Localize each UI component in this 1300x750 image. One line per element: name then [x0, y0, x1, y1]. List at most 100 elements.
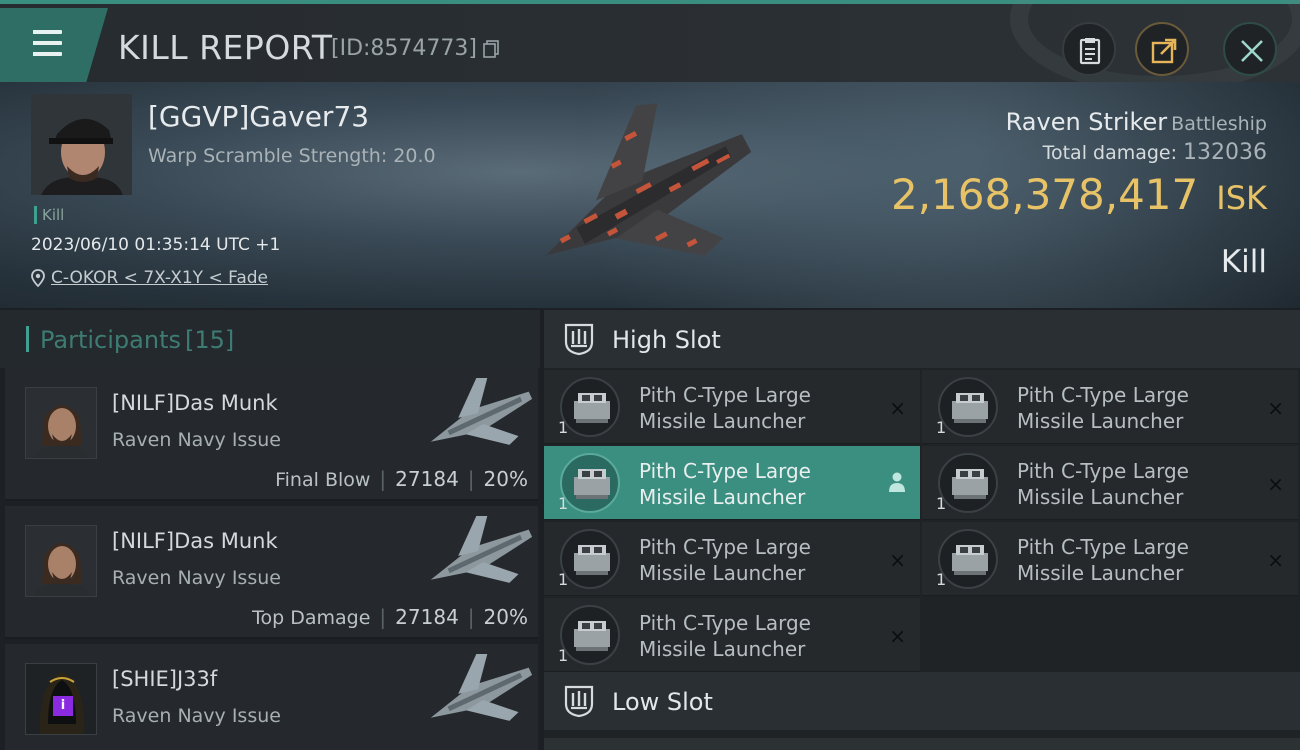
total-damage-value: 132036 [1183, 140, 1267, 165]
participant-percent: 20% [483, 605, 528, 629]
kill-result: Kill [1220, 244, 1267, 280]
close-button[interactable] [1223, 22, 1277, 76]
destroyed-icon: × [1267, 396, 1284, 420]
module-item[interactable]: 1 Pith C-Type Large Missile Launcher × [922, 522, 1298, 596]
module-item-selected[interactable]: 1 Pith C-Type Large Missile Launcher [544, 446, 920, 520]
isk-unit: ISK [1216, 179, 1267, 217]
ship-class: Battleship [1171, 113, 1267, 135]
participant-ship: Raven Navy Issue [112, 705, 281, 727]
victim-ship: Raven Striker Battleship [1006, 108, 1267, 136]
low-slot-header: Low Slot [544, 672, 1300, 730]
participant-name[interactable]: [SHIE]J33f [112, 667, 217, 691]
info-badge[interactable]: i [53, 696, 73, 716]
ship-image [545, 103, 752, 256]
high-slot-header: High Slot [544, 310, 1300, 368]
participant-percent: 20% [483, 467, 528, 491]
destroyed-icon: × [889, 624, 906, 648]
location-pin-icon [31, 269, 45, 287]
participants-title-text: Participants [40, 326, 181, 354]
participant-ship: Raven Navy Issue [112, 567, 281, 589]
module-item[interactable]: 1 Pith C-Type Large Missile Launcher × [544, 598, 920, 672]
missile-launcher-icon [560, 453, 620, 513]
participant-avatar[interactable] [25, 387, 97, 459]
module-quantity: 1 [936, 494, 947, 513]
module-item[interactable]: 1 Pith C-Type Large Missile Launcher × [922, 446, 1298, 520]
destroyed-icon: × [1267, 472, 1284, 496]
ship-name[interactable]: Raven Striker [1006, 108, 1168, 136]
top-bar: KILL REPORT [ID:8574773] [0, 0, 1300, 94]
module-name: Pith C-Type Large Missile Launcher [639, 459, 811, 509]
pilot-icon [889, 472, 905, 492]
total-damage-label: Total damage: [1042, 142, 1178, 164]
missile-launcher-icon [938, 377, 998, 437]
victim-name[interactable]: [GGVP]Gaver73 [148, 100, 369, 133]
victim-avatar[interactable] [31, 94, 132, 195]
participant-ship-image [430, 516, 533, 583]
low-slot-icon [564, 685, 594, 718]
menu-button[interactable] [0, 8, 108, 82]
kill-tag: Kill [34, 206, 64, 224]
participant-name[interactable]: [NILF]Das Munk [112, 391, 278, 415]
participant-ship-image [430, 654, 533, 721]
module-item[interactable]: 1 Pith C-Type Large Missile Launcher × [544, 522, 920, 596]
location-link[interactable]: C-OKOR < 7X-X1Y < Fade [51, 268, 268, 288]
participant-row[interactable]: [NILF]Das Munk Raven Navy Issue Top Dama… [5, 506, 538, 639]
page-title: KILL REPORT [118, 28, 333, 67]
clipboard-icon [1079, 38, 1101, 65]
participant-damage: 27184 [395, 467, 459, 491]
module-name: Pith C-Type Large Missile Launcher [639, 535, 811, 585]
participant-row[interactable]: i [SHIE]J33f Raven Navy Issue [5, 644, 538, 750]
module-item[interactable]: 1 Pith C-Type Large Missile Launcher × [544, 370, 920, 444]
missile-launcher-icon [560, 529, 620, 589]
high-slot-icon [564, 323, 594, 356]
participants-title: Participants [15] [40, 326, 234, 354]
participant-ship-image [430, 378, 533, 445]
participant-stats: Top Damage | 27184 | 20% [252, 605, 528, 629]
participant-name[interactable]: [NILF]Das Munk [112, 529, 278, 553]
isk-value: 2,168,378,417 ISK [891, 170, 1267, 219]
destroyed-icon: × [889, 548, 906, 572]
module-quantity: 1 [936, 570, 947, 589]
fitting-panel: High Slot 1 Pith C-Type Large Missile La… [544, 310, 1300, 750]
module-quantity: 1 [558, 494, 569, 513]
close-icon [1241, 40, 1263, 62]
module-name: Pith C-Type Large Missile Launcher [1017, 383, 1189, 433]
victim-banner: [GGVP]Gaver73 Warp Scramble Strength: 20… [0, 82, 1300, 308]
kill-timestamp: 2023/06/10 01:35:14 UTC +1 [31, 235, 281, 255]
low-slot-title: Low Slot [612, 688, 713, 716]
destroyed-icon: × [1267, 548, 1284, 572]
missile-launcher-icon [560, 605, 620, 665]
top-damage-label: Top Damage [252, 607, 371, 629]
participant-avatar[interactable] [25, 525, 97, 597]
participants-count: [15] [184, 326, 235, 354]
module-name: Pith C-Type Large Missile Launcher [1017, 535, 1189, 585]
module-name: Pith C-Type Large Missile Launcher [639, 383, 811, 433]
module-quantity: 1 [558, 418, 569, 437]
module-quantity: 1 [558, 646, 569, 665]
report-id: [ID:8574773] [331, 36, 477, 61]
participants-header: Participants [15] [0, 310, 540, 368]
missile-launcher-icon [938, 453, 998, 513]
module-quantity: 1 [558, 570, 569, 589]
destroyed-icon: × [889, 396, 906, 420]
module-name: Pith C-Type Large Missile Launcher [1017, 459, 1189, 509]
participants-panel: Participants [15] [NILF]Das Munk Raven Na… [0, 310, 540, 750]
warp-scramble-strength: Warp Scramble Strength: 20.0 [148, 145, 436, 167]
module-item[interactable]: 1 Pith C-Type Large Missile Launcher × [922, 370, 1298, 444]
module-name: Pith C-Type Large Missile Launcher [639, 611, 811, 661]
share-button[interactable] [1135, 22, 1189, 76]
copy-icon[interactable] [483, 40, 499, 58]
missile-launcher-icon [938, 529, 998, 589]
participant-row[interactable]: [NILF]Das Munk Raven Navy Issue Final Bl… [5, 368, 538, 501]
participant-stats: Final Blow | 27184 | 20% [275, 467, 528, 491]
share-icon [1151, 38, 1177, 64]
total-damage: Total damage: 132036 [1043, 140, 1267, 165]
kill-location[interactable]: C-OKOR < 7X-X1Y < Fade [31, 268, 268, 288]
participant-ship: Raven Navy Issue [112, 429, 281, 451]
missile-launcher-icon [560, 377, 620, 437]
module-quantity: 1 [936, 418, 947, 437]
clipboard-button[interactable] [1062, 22, 1116, 76]
low-slot-list-edge [544, 738, 1300, 750]
high-slot-title: High Slot [612, 326, 721, 354]
final-blow-label: Final Blow [275, 469, 371, 491]
